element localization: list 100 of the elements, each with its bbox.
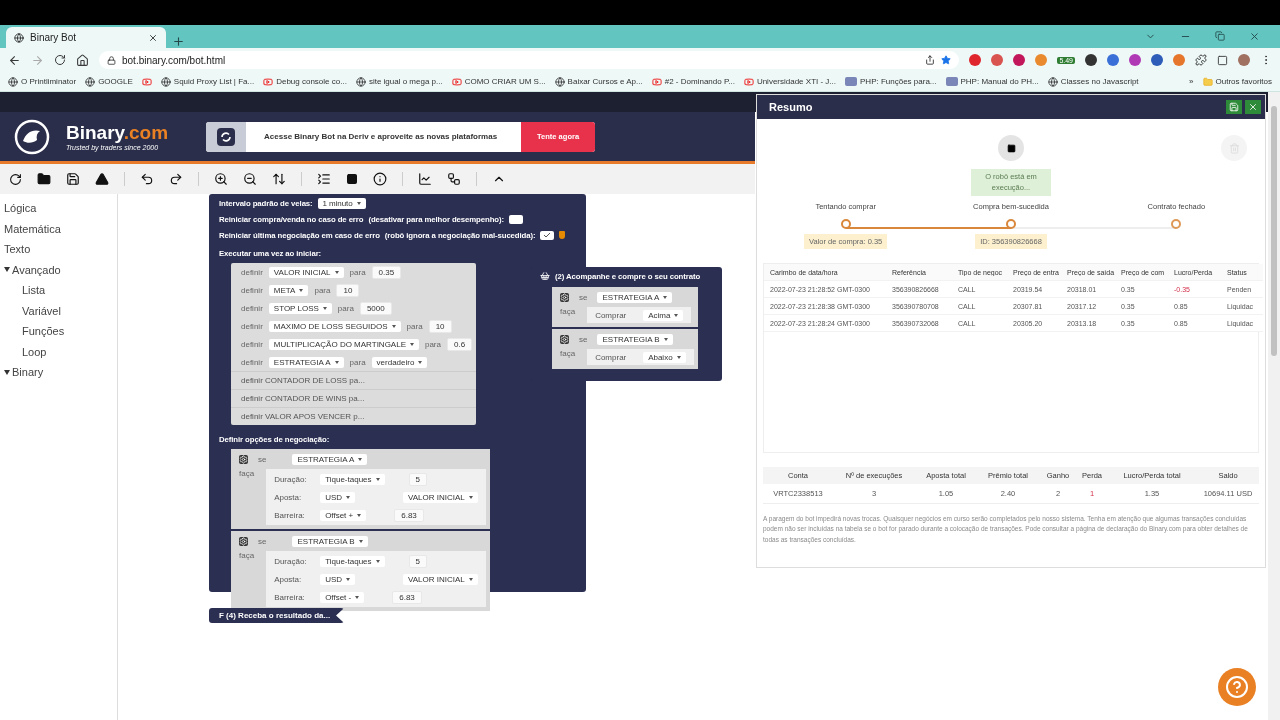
category-item[interactable]: Funções (0, 321, 117, 342)
extensions-icon[interactable] (1195, 54, 1207, 66)
star-icon[interactable] (941, 55, 952, 65)
browser-tab[interactable]: Binary Bot (6, 27, 166, 48)
list-icon[interactable] (317, 172, 331, 186)
gear-icon[interactable] (239, 455, 248, 464)
info-icon[interactable] (373, 172, 387, 186)
close-icon[interactable] (148, 32, 158, 43)
number-field[interactable]: 10 (336, 283, 360, 297)
number-field[interactable]: 5 (408, 472, 427, 486)
category-item[interactable]: Variável (0, 300, 117, 321)
undo-icon[interactable] (140, 172, 154, 186)
zoom-out-icon[interactable] (243, 172, 257, 186)
folder-icon[interactable] (37, 172, 51, 186)
stop-button[interactable] (998, 135, 1024, 161)
share-icon[interactable] (925, 55, 936, 65)
number-field[interactable]: 0.6 (447, 337, 473, 351)
chart-icon[interactable] (418, 172, 432, 186)
category-item[interactable]: Lista (0, 280, 117, 301)
category-item[interactable]: Texto (0, 239, 117, 260)
gear-icon[interactable] (560, 335, 569, 344)
drive-icon[interactable] (95, 172, 109, 186)
reload-icon[interactable] (54, 54, 66, 66)
bookmark-link[interactable]: site igual o mega p... (368, 77, 443, 86)
extension-icon[interactable] (1013, 54, 1026, 66)
avatar-icon[interactable] (1238, 54, 1250, 66)
barrier-dropdown[interactable]: Offset - (320, 591, 365, 603)
number-field[interactable]: 5 (408, 554, 427, 568)
condition-dropdown[interactable]: ESTRATEGIA B (597, 334, 673, 345)
barrier-dropdown[interactable]: Offset + (320, 509, 367, 521)
duration-dropdown[interactable]: Tique-taques (320, 555, 385, 567)
number-field[interactable]: 0.35 (371, 265, 402, 279)
extension-icon[interactable] (1085, 54, 1097, 66)
variable-dropdown[interactable]: MULTIPLICAÇÃO DO MARTINGALE (268, 338, 419, 350)
duration-dropdown[interactable]: Tique-taques (320, 473, 385, 485)
bookmark-link[interactable]: Debug console co... (276, 77, 347, 86)
bookmark-link[interactable]: Baixar Cursos e Ap... (567, 77, 643, 86)
number-field[interactable]: 5000 (359, 301, 392, 315)
bookmark-link[interactable]: Universidade XTI - J... (756, 77, 836, 86)
sort-icon[interactable] (272, 172, 286, 186)
address-field[interactable]: bot.binary.com/bot.html (99, 51, 960, 69)
variable-dropdown[interactable]: VALOR INICIAL (403, 491, 478, 503)
more-bookmarks-button[interactable]: » (1189, 77, 1194, 86)
number-field[interactable]: 6.83 (392, 590, 422, 604)
bookmark-link[interactable]: #2 - Dominando P... (664, 77, 735, 86)
sidebar-icon[interactable] (1217, 54, 1228, 66)
value-dropdown[interactable]: verdadeiro (371, 356, 428, 368)
bookmark-link[interactable]: PHP: Manual do PH... (960, 77, 1039, 86)
workflow-icon[interactable] (447, 172, 461, 186)
condition-dropdown[interactable]: ESTRATEGIA B (292, 536, 368, 547)
number-field[interactable]: 10 (428, 319, 452, 333)
gear-icon[interactable] (560, 293, 569, 302)
number-field[interactable]: 6.83 (394, 508, 424, 522)
redo-icon[interactable] (169, 172, 183, 186)
checkbox[interactable] (540, 230, 555, 240)
home-icon[interactable] (76, 53, 89, 67)
variable-dropdown[interactable]: STOP LOSS (268, 302, 332, 314)
bookmark-folder[interactable]: Outros favoritos (1215, 77, 1272, 86)
variable-dropdown[interactable]: VALOR INICIAL (268, 266, 344, 278)
direction-dropdown[interactable]: Acima (643, 309, 684, 321)
extension-icon[interactable] (1151, 54, 1163, 66)
category-item[interactable]: Avançado (0, 259, 117, 280)
checkbox[interactable] (509, 214, 523, 224)
currency-dropdown[interactable]: USD (320, 491, 355, 503)
condition-dropdown[interactable]: ESTRATEGIA A (597, 292, 673, 303)
new-tab-icon[interactable] (172, 35, 185, 48)
scrollbar-thumb[interactable] (1271, 106, 1277, 356)
bookmark-link[interactable]: Classes no Javascript (1060, 77, 1139, 86)
save-button[interactable] (1226, 100, 1242, 114)
expand-caret-icon[interactable] (4, 369, 10, 375)
bookmark-link[interactable]: GOOGLE (98, 77, 133, 86)
close-button[interactable] (1245, 100, 1261, 114)
variable-dropdown[interactable]: META (268, 284, 309, 296)
variable-dropdown[interactable]: MAXIMO DE LOSS SEGUIDOS (268, 320, 401, 332)
basket-icon (540, 271, 550, 281)
bookmark-link[interactable]: PHP: Funções para... (860, 77, 937, 86)
reset-icon[interactable] (9, 172, 22, 186)
condition-dropdown[interactable]: ESTRATEGIA A (292, 454, 368, 465)
close-icon[interactable] (1249, 31, 1260, 42)
direction-dropdown[interactable]: Abaixo (643, 351, 686, 363)
bookmark-link[interactable]: Squid Proxy List | Fa... (173, 77, 255, 86)
category-item[interactable]: Loop (0, 341, 117, 362)
expand-caret-icon[interactable] (4, 267, 10, 273)
category-item[interactable]: Lógica (0, 198, 117, 219)
category-item[interactable]: Matemática (0, 218, 117, 239)
interval-dropdown[interactable]: 1 minuto (317, 197, 366, 209)
currency-dropdown[interactable]: USD (320, 573, 355, 585)
variable-dropdown[interactable]: VALOR INICIAL (403, 573, 478, 585)
zoom-in-icon[interactable] (214, 172, 228, 186)
variable-dropdown[interactable]: ESTRATEGIA A (268, 356, 344, 368)
deriv-logo-icon (216, 126, 237, 147)
gear-icon[interactable] (239, 537, 248, 546)
block-keyword: definir (241, 321, 263, 331)
restore-icon[interactable] (1215, 31, 1225, 41)
category-item[interactable]: Binary (0, 362, 117, 383)
bookmark-link[interactable]: O Printliminator (21, 77, 77, 86)
back-icon[interactable] (8, 53, 21, 67)
save-icon[interactable] (66, 172, 80, 186)
stop-icon[interactable] (346, 173, 358, 185)
bookmark-link[interactable]: COMO CRIAR UM S... (464, 77, 546, 86)
